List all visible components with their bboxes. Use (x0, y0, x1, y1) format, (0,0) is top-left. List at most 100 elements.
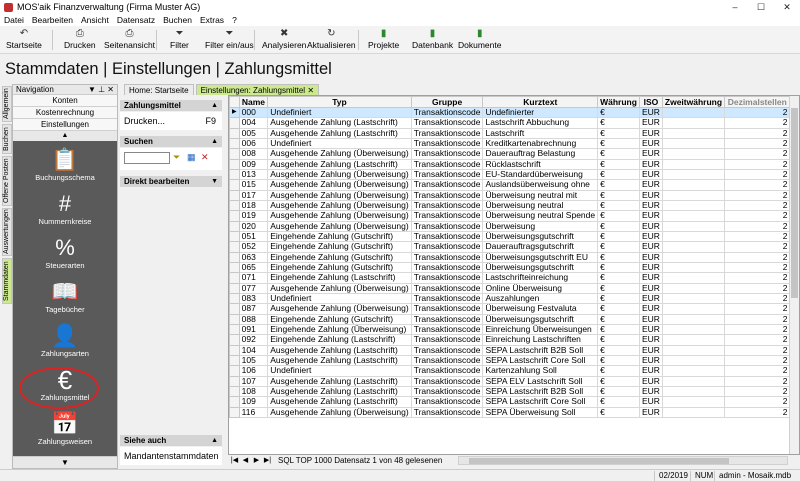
filter-toggle-button[interactable]: ⏷ Filter ein/aus (205, 28, 254, 52)
cell-iso[interactable]: EUR (638, 375, 663, 387)
cell-gruppe[interactable]: Transaktionscode (410, 251, 484, 263)
col-header-iso[interactable]: ISO (638, 96, 663, 108)
search-table-icon[interactable]: ▦ (187, 152, 196, 163)
cell-dezimalstellen[interactable]: 2 (724, 396, 791, 408)
table-row[interactable]: 088 Eingehende Zahlung (Gutschrift) Transa… (229, 313, 799, 325)
cell-iso[interactable]: EUR (638, 323, 663, 336)
cell-typ[interactable]: Eingehende Zahlung (Gutschrift) (267, 261, 412, 274)
seitenansicht-button[interactable]: ⎙ Seitenansicht (104, 28, 155, 52)
cell-iso[interactable]: EUR (638, 210, 663, 222)
cell-dezimalstellen[interactable]: 2 (724, 375, 791, 387)
cell-iso[interactable]: EUR (638, 199, 663, 212)
cell-typ[interactable]: Ausgehende Zahlung (Lastschrift) (267, 375, 412, 387)
section-zahlungsmittel-header[interactable]: Zahlungsmittel ▲ (120, 100, 222, 111)
vtab-auswertungen[interactable]: Auswertungen (2, 208, 12, 256)
cell-kurztext[interactable]: Lastschrifteinreichung (482, 272, 599, 284)
next-record-button[interactable]: ▶ (252, 456, 261, 465)
cell-gruppe[interactable]: Transaktionscode (410, 313, 484, 325)
cell-iso[interactable]: EUR (638, 303, 663, 315)
cell-dezimalstellen[interactable]: 2 (724, 148, 791, 160)
table-row[interactable]: 008 Ausgehende Zahlung (Überweisung) Trans… (229, 148, 799, 160)
table-row[interactable]: 020 Ausgehende Zahlung (Überweisung) Trans… (229, 220, 799, 232)
row-header[interactable] (229, 406, 240, 418)
cell-typ[interactable]: Eingehende Zahlung (Lastschrift) (267, 272, 412, 284)
cell-gruppe[interactable]: Transaktionscode (410, 375, 484, 387)
cell-kurztext[interactable]: Auszahlungen (482, 292, 599, 305)
cell-kurztext[interactable]: Überweisungsgutschrift (482, 230, 599, 243)
cell-name[interactable]: 009 (238, 158, 269, 170)
cell-name[interactable]: 008 (238, 148, 269, 160)
cell-gruppe[interactable]: Transaktionscode (410, 385, 484, 398)
cell-iso[interactable]: EUR (638, 396, 663, 408)
row-header[interactable] (229, 334, 240, 346)
nav-scroll-down[interactable]: ▼ (13, 456, 117, 468)
cell-waehrung[interactable]: € (597, 365, 640, 377)
cell-waehrung[interactable]: € (597, 344, 640, 356)
tab-startseite[interactable]: Home: Startseite (124, 84, 194, 95)
cell-waehrung[interactable]: € (597, 210, 640, 222)
cell-kurztext[interactable]: SEPA Überweisung Soll (482, 406, 599, 418)
cell-zweitwaehrung[interactable] (661, 385, 726, 398)
cell-dezimalstellen[interactable]: 2 (724, 406, 791, 418)
cell-dezimalstellen[interactable]: 2 (724, 344, 791, 356)
cell-kurztext[interactable]: Überweisung neutral mit (482, 189, 599, 201)
cell-iso[interactable]: EUR (638, 251, 663, 263)
collapse-icon[interactable]: ▲ (211, 435, 218, 446)
cell-typ[interactable]: Ausgehende Zahlung (Überweisung) (267, 179, 412, 191)
cell-typ[interactable]: Eingehende Zahlung (Überweisung) (267, 323, 412, 336)
row-header[interactable] (229, 179, 240, 191)
cell-waehrung[interactable]: € (597, 168, 640, 181)
cell-typ[interactable]: Ausgehende Zahlung (Überweisung) (267, 199, 412, 212)
cell-dezimalstellen[interactable]: 2 (724, 137, 791, 150)
cell-zweitwaehrung[interactable] (661, 396, 726, 408)
row-header[interactable] (229, 354, 240, 367)
cell-iso[interactable]: EUR (638, 354, 663, 367)
cell-kurztext[interactable]: Rücklastschrift (482, 158, 599, 170)
cell-gruppe[interactable]: Transaktionscode (410, 127, 484, 140)
expand-icon[interactable]: ▼ (211, 176, 218, 187)
cell-typ[interactable]: Eingehende Zahlung (Gutschrift) (267, 241, 412, 253)
first-record-button[interactable]: |◀ (230, 456, 239, 465)
cell-dezimalstellen[interactable]: 2 (724, 127, 791, 140)
cell-gruppe[interactable]: Transaktionscode (410, 344, 484, 356)
cell-name[interactable]: 092 (238, 334, 269, 346)
menu-buchen[interactable]: Buchen (163, 15, 192, 25)
cell-name[interactable]: 071 (238, 272, 269, 284)
table-row[interactable]: 015 Ausgehende Zahlung (Überweisung) Trans… (229, 179, 799, 191)
row-header[interactable] (229, 292, 240, 305)
cell-iso[interactable]: EUR (638, 406, 663, 418)
cell-dezimalstellen[interactable]: 2 (724, 179, 791, 191)
row-header[interactable] (229, 313, 240, 325)
cell-iso[interactable]: EUR (638, 137, 663, 150)
row-header[interactable] (229, 272, 240, 284)
cell-zweitwaehrung[interactable] (661, 323, 726, 336)
nav-category-einstellungen[interactable]: Einstellungen (13, 119, 117, 131)
cell-typ[interactable]: Ausgehende Zahlung (Lastschrift) (267, 117, 412, 129)
datenbank-button[interactable]: ▮ Datenbank (412, 28, 453, 52)
cell-name[interactable]: 000 (238, 106, 269, 119)
cell-gruppe[interactable]: Transaktionscode (410, 179, 484, 191)
cell-waehrung[interactable]: € (597, 220, 640, 232)
cell-typ[interactable]: Ausgehende Zahlung (Lastschrift) (267, 344, 412, 356)
cell-name[interactable]: 019 (238, 210, 269, 222)
cell-zweitwaehrung[interactable] (661, 220, 726, 232)
cell-waehrung[interactable]: € (597, 230, 640, 243)
cell-waehrung[interactable]: € (597, 261, 640, 274)
row-header[interactable] (229, 396, 240, 408)
cell-kurztext[interactable]: Überweisung neutral (482, 199, 599, 212)
cell-iso[interactable]: EUR (638, 241, 663, 253)
cell-zweitwaehrung[interactable] (661, 272, 726, 284)
cell-name[interactable]: 106 (238, 365, 269, 377)
cell-name[interactable]: 004 (238, 117, 269, 129)
cell-typ[interactable]: Eingehende Zahlung (Gutschrift) (267, 313, 412, 325)
cell-zweitwaehrung[interactable] (661, 179, 726, 191)
cell-kurztext[interactable]: SEPA Lastschrift B2B Soll (482, 344, 599, 356)
cell-dezimalstellen[interactable]: 2 (724, 117, 791, 129)
cell-typ[interactable]: Ausgehende Zahlung (Überweisung) (267, 210, 412, 222)
cell-waehrung[interactable]: € (597, 354, 640, 367)
cell-zweitwaehrung[interactable] (661, 106, 726, 119)
row-header[interactable] (229, 230, 240, 243)
maximize-button[interactable]: ☐ (748, 0, 774, 14)
cell-iso[interactable]: EUR (638, 158, 663, 170)
section-suchen-header[interactable]: Suchen ▲ (120, 136, 222, 147)
